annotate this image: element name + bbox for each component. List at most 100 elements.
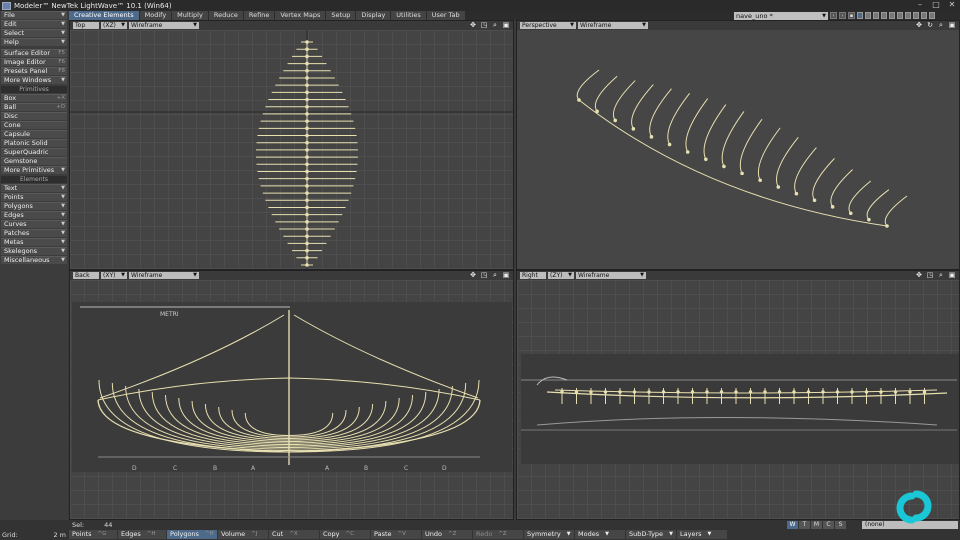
tab-setup[interactable]: Setup	[326, 11, 356, 20]
zoom-icon[interactable]: ⌕	[491, 272, 499, 279]
layer-4-box[interactable]	[881, 12, 887, 19]
points-button[interactable]: Points ▼	[1, 193, 67, 201]
new-object-icon[interactable]: ▪	[848, 12, 855, 19]
cut-button[interactable]: Cut ^X	[269, 530, 319, 539]
menu-file[interactable]: File ▼	[1, 11, 67, 19]
layer-3-box[interactable]	[873, 12, 879, 19]
fit-icon[interactable]: ▣	[502, 22, 510, 29]
edges-button[interactable]: Edges ▼	[1, 211, 67, 219]
paste-button[interactable]: Paste ^V	[371, 530, 421, 539]
miscellaneous-button[interactable]: Miscellaneous ▼	[1, 256, 67, 264]
viewport-perspective[interactable]: Perspective ▼ Wireframe ▼ ✥ ↻ ⌕ ▣	[516, 20, 960, 270]
redo-button[interactable]: Redo ^Z	[473, 530, 523, 539]
modes-dropdown[interactable]: Modes ▼	[575, 530, 625, 539]
view-axes-select[interactable]: (XZ) ▼	[101, 22, 127, 29]
move-icon[interactable]: ✥	[469, 272, 477, 279]
viewport-back[interactable]: Back (XY) ▼ Wireframe ▼ ✥ ◳ ⌕ ▣ METRI D C B A…	[69, 270, 514, 520]
maximize-icon[interactable]: ◳	[926, 272, 934, 279]
move-icon[interactable]: ✥	[915, 272, 923, 279]
morph-map-button[interactable]: M	[811, 521, 822, 529]
view-type-select[interactable]: Perspective ▼	[520, 22, 576, 29]
volume-mode-button[interactable]: Volume ^J	[218, 530, 268, 539]
layer-5-box[interactable]	[889, 12, 895, 19]
cone-button[interactable]: Cone	[1, 121, 67, 129]
object-select[interactable]: nave_uno * ▼	[734, 11, 828, 20]
layer-7-box[interactable]	[905, 12, 911, 19]
edges-mode-button[interactable]: Edges ^H	[118, 530, 166, 539]
more-windows-button[interactable]: More Windows ▼	[1, 76, 67, 84]
text-button[interactable]: Text ▼	[1, 184, 67, 192]
platonic-solid-button[interactable]: Platonic Solid	[1, 139, 67, 147]
layer-1-box[interactable]	[857, 12, 863, 19]
zoom-icon[interactable]: ⌕	[937, 272, 945, 279]
color-map-button[interactable]: C	[823, 521, 834, 529]
viewport-right[interactable]: Right (ZY) ▼ Wireframe ▼ ✥ ◳ ⌕ ▣	[516, 270, 960, 520]
gemstone-button[interactable]: Gemstone	[1, 157, 67, 165]
maximize-icon[interactable]: ◳	[480, 272, 488, 279]
tab-display[interactable]: Display	[356, 11, 391, 20]
view-type-select[interactable]: Right	[520, 272, 546, 279]
menu-help[interactable]: Help ▼	[1, 38, 67, 46]
subd-type-dropdown[interactable]: SubD-Type ▼	[626, 530, 676, 539]
render-mode-select[interactable]: Wireframe ▼	[129, 22, 199, 29]
presets-panel-button[interactable]: Presets Panel F8	[1, 67, 67, 75]
viewport-canvas[interactable]: METRI D C B A A B C D	[70, 280, 513, 519]
viewport-canvas[interactable]	[517, 30, 959, 269]
layer-8-box[interactable]	[913, 12, 919, 19]
prev-object-icon[interactable]: ‹	[830, 12, 837, 19]
polygons-button[interactable]: Polygons ▼	[1, 202, 67, 210]
next-object-icon[interactable]: ›	[839, 12, 846, 19]
selection-map-button[interactable]: S	[835, 521, 846, 529]
layer-6-box[interactable]	[897, 12, 903, 19]
fit-icon[interactable]: ▣	[948, 22, 956, 29]
viewport-canvas[interactable]	[70, 30, 513, 269]
layer-9-box[interactable]	[921, 12, 927, 19]
view-axes-select[interactable]: (XY) ▼	[101, 272, 127, 279]
symmetry-dropdown[interactable]: Symmetry ▼	[524, 530, 574, 539]
viewport-top[interactable]: Top (XZ) ▼ Wireframe ▼ ✥ ◳ ⌕ ▣	[69, 20, 514, 270]
fit-icon[interactable]: ▣	[502, 272, 510, 279]
layer-10-box[interactable]	[929, 12, 935, 19]
close-icon[interactable]: ✕	[946, 0, 958, 10]
metas-button[interactable]: Metas ▼	[1, 238, 67, 246]
points-mode-button[interactable]: Points ^G	[69, 530, 117, 539]
box-button[interactable]: Box +X	[1, 94, 67, 102]
maximize-icon[interactable]: ◳	[480, 22, 488, 29]
tab-reduce[interactable]: Reduce	[208, 11, 243, 20]
layer-2-box[interactable]	[865, 12, 871, 19]
render-mode-select[interactable]: Wireframe ▼	[578, 22, 648, 29]
tab-utilities[interactable]: Utilities	[391, 11, 426, 20]
tab-creative-elements[interactable]: Creative Elements	[69, 11, 139, 20]
tab-modify[interactable]: Modify	[139, 11, 172, 20]
copy-button[interactable]: Copy ^C	[320, 530, 370, 539]
rotate-icon[interactable]: ↻	[926, 22, 934, 29]
fit-icon[interactable]: ▣	[948, 272, 956, 279]
curves-button[interactable]: Curves ▼	[1, 220, 67, 228]
layers-dropdown[interactable]: Layers ▼	[677, 530, 727, 539]
capsule-button[interactable]: Capsule	[1, 130, 67, 138]
disc-button[interactable]: Disc	[1, 112, 67, 120]
menu-edit[interactable]: Edit ▼	[1, 20, 67, 28]
more-primitives-button[interactable]: More Primitives ▼	[1, 166, 67, 174]
tab-vertex-maps[interactable]: Vertex Maps	[275, 11, 326, 20]
render-mode-select[interactable]: Wireframe ▼	[576, 272, 646, 279]
view-type-select[interactable]: Back	[73, 272, 99, 279]
texture-map-button[interactable]: T	[799, 521, 810, 529]
image-editor-button[interactable]: Image Editor F6	[1, 58, 67, 66]
menu-select[interactable]: Select ▼	[1, 29, 67, 37]
tab-multiply[interactable]: Multiply	[172, 11, 208, 20]
tab-refine[interactable]: Refine	[243, 11, 275, 20]
superquadric-button[interactable]: SuperQuadric	[1, 148, 67, 156]
patches-button[interactable]: Patches ▼	[1, 229, 67, 237]
undo-button[interactable]: Undo ^Z	[422, 530, 472, 539]
render-mode-select[interactable]: Wireframe ▼	[129, 272, 199, 279]
view-axes-select[interactable]: (ZY) ▼	[548, 272, 574, 279]
skelegons-button[interactable]: Skelegons ▼	[1, 247, 67, 255]
move-icon[interactable]: ✥	[469, 22, 477, 29]
polygons-mode-button[interactable]: Polygons ^H	[167, 530, 217, 539]
zoom-icon[interactable]: ⌕	[937, 22, 945, 29]
minimize-icon[interactable]: –	[914, 0, 926, 10]
move-icon[interactable]: ✥	[915, 22, 923, 29]
weight-map-button[interactable]: W	[787, 521, 798, 529]
ball-button[interactable]: Ball +O	[1, 103, 67, 111]
